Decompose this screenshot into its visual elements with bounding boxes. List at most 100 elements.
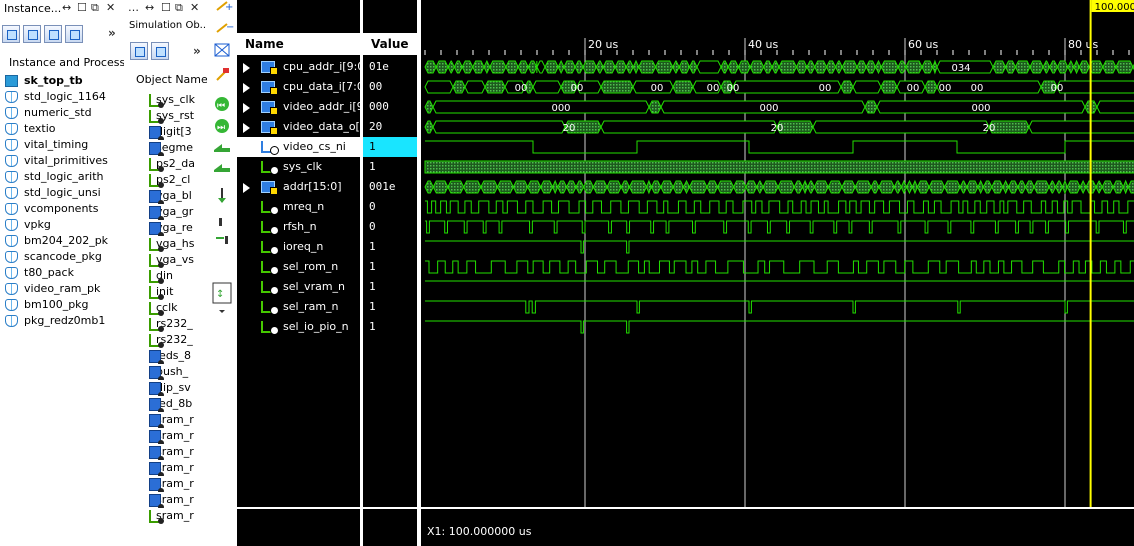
object-list-item[interactable]: digit[3	[124, 124, 207, 140]
close-pane-icon[interactable]: ✕	[106, 1, 115, 14]
object-list-item[interactable]: vga_vs	[124, 252, 207, 268]
instance-tree-item[interactable]: vcomponents	[0, 201, 124, 217]
signal-name-row[interactable]: sel_rom_n	[237, 257, 360, 277]
instance-tree-item[interactable]: scancode_pkg	[0, 249, 124, 265]
pane-menu-icon[interactable]: …	[128, 1, 139, 14]
expand-arrow-icon[interactable]	[243, 183, 250, 193]
float-pane-icon[interactable]: ⧉	[175, 1, 183, 15]
signal-name-row[interactable]: rfsh_n	[237, 217, 360, 237]
instance-tree-item[interactable]: t80_pack	[0, 265, 124, 281]
instance-tree-item[interactable]: video_ram_pk	[0, 281, 124, 297]
object-list-item[interactable]: sram_r	[124, 412, 207, 428]
object-list-item[interactable]: vga_hs	[124, 236, 207, 252]
instance-tree-item[interactable]: std_logic_unsi	[0, 185, 124, 201]
next-transition-icon[interactable]	[214, 164, 230, 172]
instance-tree-item[interactable]: numeric_std	[0, 105, 124, 121]
signal-value[interactable]: 1	[363, 137, 417, 157]
instance-tree-item[interactable]: std_logic_arith	[0, 169, 124, 185]
instance-tree-item[interactable]: vital_timing	[0, 137, 124, 153]
signal-value[interactable]: 1	[363, 257, 417, 277]
signal-value[interactable]: 1	[363, 277, 417, 297]
filter-inputs-icon[interactable]	[130, 42, 148, 60]
float-pane-icon[interactable]: ⧉	[91, 1, 99, 15]
object-list-item[interactable]: sys_rst	[124, 108, 207, 124]
instance-tree-item[interactable]: bm100_pkg	[0, 297, 124, 313]
object-list-item[interactable]: sram_r	[124, 444, 207, 460]
object-list-item[interactable]: init	[124, 284, 207, 300]
previous-transition-icon[interactable]	[214, 144, 230, 152]
restore-pane-icon[interactable]: ☐	[161, 1, 171, 14]
instance-tree-item[interactable]: sk_top_tb	[0, 73, 124, 89]
signal-name-row[interactable]: mreq_n	[237, 197, 360, 217]
expand-arrow-icon[interactable]	[243, 103, 250, 113]
object-list-item[interactable]: vga_gr	[124, 204, 207, 220]
show-packages-icon[interactable]	[23, 25, 41, 43]
object-list-item[interactable]: rs232_	[124, 332, 207, 348]
signal-value[interactable]: 1	[363, 157, 417, 177]
restore-pane-icon[interactable]: ☐	[77, 1, 87, 14]
show-processes-icon[interactable]	[44, 25, 62, 43]
move-pane-icon[interactable]: ↔	[145, 1, 154, 14]
object-list-item[interactable]: cclk	[124, 300, 207, 316]
object-list-item[interactable]: rs232_	[124, 316, 207, 332]
signal-value[interactable]: 1	[363, 237, 417, 257]
signal-value[interactable]: 01e	[363, 57, 417, 77]
signal-name-row[interactable]: video_addr_i[9:0]	[237, 97, 360, 117]
signal-name-row[interactable]: sys_clk	[237, 157, 360, 177]
waveform-pane[interactable]: 20 us40 us60 us80 us100 us03400000000000…	[421, 0, 1134, 546]
object-list-item[interactable]: sram_r	[124, 492, 207, 508]
waveform-canvas[interactable]: 20 us40 us60 us80 us100 us03400000000000…	[421, 0, 1134, 546]
signal-value[interactable]: 001e	[363, 177, 417, 197]
filter-outputs-icon[interactable]	[151, 42, 169, 60]
instance-tree-item[interactable]: std_logic_1164	[0, 89, 124, 105]
expand-arrow-icon[interactable]	[243, 123, 250, 133]
instance-tree-item[interactable]: bm204_202_pk	[0, 233, 124, 249]
expand-arrow-icon[interactable]	[243, 63, 250, 73]
object-list-item[interactable]: push_	[124, 364, 207, 380]
zoom-fit-icon[interactable]	[214, 43, 230, 57]
signal-value[interactable]: 00	[363, 77, 417, 97]
object-list-item[interactable]: segme	[124, 140, 207, 156]
signal-value[interactable]: 000	[363, 97, 417, 117]
object-list-item[interactable]: dip_sv	[124, 380, 207, 396]
object-list-item[interactable]: sram_r	[124, 460, 207, 476]
signal-value[interactable]: 0	[363, 217, 417, 237]
object-list-item[interactable]: vga_bl	[124, 188, 207, 204]
signal-value[interactable]: 1	[363, 297, 417, 317]
object-list-item[interactable]: sys_clk	[124, 92, 207, 108]
object-list-item[interactable]: din	[124, 268, 207, 284]
show-instances-icon[interactable]	[2, 25, 20, 43]
previous-marker-icon[interactable]	[219, 218, 222, 226]
go-to-end-icon[interactable]: ⏭	[215, 119, 229, 133]
object-list-item[interactable]: ps2_da	[124, 156, 207, 172]
scroll-down-icon[interactable]	[219, 310, 225, 313]
signal-name-row[interactable]: sel_io_pio_n	[237, 317, 360, 337]
add-marker-icon[interactable]	[218, 188, 226, 203]
signal-value[interactable]: 20	[363, 117, 417, 137]
signal-name-row[interactable]: video_cs_ni	[237, 137, 360, 157]
object-list-item[interactable]: vga_re	[124, 220, 207, 236]
more-tools-icon[interactable]: »	[108, 26, 116, 40]
more-tools-icon[interactable]: »	[193, 44, 201, 58]
object-list-item[interactable]: sram_r	[124, 476, 207, 492]
object-list-item[interactable]: ps2_cl	[124, 172, 207, 188]
signal-name-row[interactable]: cpu_addr_i[9:0]	[237, 57, 360, 77]
signal-name-row[interactable]: video_data_o[7:0]	[237, 117, 360, 137]
instance-tree-item[interactable]: pkg_redz0mb1	[0, 313, 124, 329]
zoom-in-icon[interactable]: +	[216, 1, 233, 13]
signal-name-row[interactable]: ioreq_n	[237, 237, 360, 257]
next-marker-icon[interactable]	[216, 236, 228, 244]
close-pane-icon[interactable]: ✕	[190, 1, 199, 14]
instance-tree-item[interactable]: vpkg	[0, 217, 124, 233]
object-list-item[interactable]: led_8b	[124, 396, 207, 412]
signal-name-row[interactable]: cpu_data_i[7:0]	[237, 77, 360, 97]
signal-name-row[interactable]: addr[15:0]	[237, 177, 360, 197]
object-list-item[interactable]: leds_8	[124, 348, 207, 364]
go-to-start-icon[interactable]: ⏮	[215, 97, 229, 111]
signal-value[interactable]: 0	[363, 197, 417, 217]
object-list-item[interactable]: sram_r	[124, 508, 207, 524]
signal-value[interactable]: 1	[363, 317, 417, 337]
instance-tree-item[interactable]: textio	[0, 121, 124, 137]
move-pane-icon[interactable]: ↔	[62, 1, 71, 14]
zoom-out-icon[interactable]: −	[216, 22, 234, 33]
